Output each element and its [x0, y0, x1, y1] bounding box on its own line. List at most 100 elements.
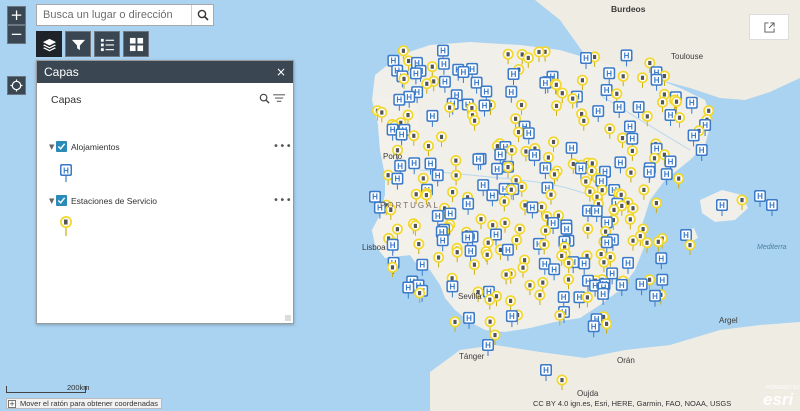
svg-text:H: H [480, 181, 486, 190]
svg-text:H: H [594, 207, 600, 216]
svg-text:H: H [616, 103, 622, 112]
svg-text:H: H [511, 70, 517, 79]
svg-text:H: H [583, 54, 589, 63]
basemap-tool-button[interactable] [123, 31, 149, 57]
search-button[interactable] [191, 5, 213, 25]
svg-text:H: H [399, 131, 405, 140]
search-box [36, 4, 214, 26]
svg-text:H: H [577, 293, 583, 302]
basemap-gallery-icon [129, 37, 143, 51]
zoom-out-button[interactable]: − [7, 25, 26, 44]
layer-label: Alojamientos [71, 141, 120, 152]
svg-text:H: H [413, 69, 419, 78]
layers-tool-button[interactable] [36, 31, 62, 57]
search-icon[interactable] [259, 93, 270, 104]
panel-header: Capas × [37, 61, 293, 83]
svg-text:H: H [604, 218, 610, 227]
svg-text:H: H [447, 210, 453, 219]
svg-text:H: H [551, 265, 557, 274]
expand-caret-icon[interactable]: ▼ [49, 197, 56, 205]
svg-text:H: H [654, 145, 660, 154]
filter-icon [71, 39, 85, 50]
svg-text:H: H [372, 193, 378, 202]
label-oujda: Oujda [577, 389, 599, 398]
svg-text:H: H [466, 314, 472, 323]
search-icon [197, 9, 209, 21]
svg-text:H: H [494, 165, 500, 174]
svg-text:H: H [390, 126, 396, 135]
svg-text:H: H [476, 155, 482, 164]
svg-text:H: H [526, 129, 532, 138]
coordinates-text: Mover el ratón para obtener coordenadas [20, 399, 159, 408]
panel-close-button[interactable]: × [276, 66, 286, 78]
locate-button[interactable] [7, 76, 26, 95]
svg-text:H: H [405, 284, 411, 293]
layer-item-alojamientos: ▼ Alojamientos [49, 141, 120, 152]
svg-text:H: H [395, 175, 401, 184]
svg-text:H: H [652, 292, 658, 301]
coordinates-toggle-button[interactable]: + [8, 399, 16, 408]
svg-text:H: H [430, 112, 436, 121]
svg-text:H: H [435, 171, 441, 180]
svg-text:H: H [618, 158, 624, 167]
label-oran: Orán [617, 356, 635, 365]
svg-text:H: H [396, 96, 402, 105]
svg-text:H: H [585, 207, 591, 216]
svg-text:H: H [461, 68, 467, 77]
external-link-icon [763, 21, 775, 33]
scale-bar-label: 200km [67, 383, 90, 392]
svg-text:H: H [497, 151, 503, 160]
svg-text:H: H [509, 312, 515, 321]
locate-icon [10, 79, 23, 92]
svg-text:H: H [609, 269, 615, 278]
svg-text:H: H [63, 166, 69, 175]
check-icon [57, 143, 66, 150]
filter-list-icon[interactable] [273, 93, 286, 104]
hotel-pin-icon: H [60, 164, 72, 182]
expand-caret-icon[interactable]: ▼ [49, 143, 56, 151]
svg-text:H: H [578, 164, 584, 173]
svg-text:H: H [542, 260, 548, 269]
layers-icon [42, 38, 56, 51]
svg-text:H: H [469, 65, 475, 74]
svg-text:H: H [465, 200, 471, 209]
layer-options-button[interactable]: ••• [273, 141, 292, 152]
svg-text:H: H [629, 135, 635, 144]
svg-text:H: H [595, 107, 601, 116]
svg-text:H: H [397, 162, 403, 171]
svg-text:H: H [600, 290, 606, 299]
svg-text:H: H [543, 366, 549, 375]
label-toulouse: Toulouse [671, 52, 704, 61]
svg-text:H: H [668, 158, 674, 167]
svg-text:H: H [450, 282, 456, 291]
svg-text:H: H [581, 259, 587, 268]
svg-text:H: H [564, 225, 570, 234]
label-argel: Argel [719, 316, 738, 325]
svg-text:H: H [599, 177, 605, 186]
layer-visibility-checkbox[interactable] [56, 195, 67, 206]
panel-resize-handle[interactable] [285, 315, 291, 321]
layer-item-estaciones: ▼ Estaciones de Servicio [49, 195, 157, 206]
svg-text:H: H [442, 78, 448, 87]
svg-text:H: H [474, 79, 480, 88]
svg-text:H: H [390, 241, 396, 250]
svg-text:H: H [428, 160, 434, 169]
layer-options-button[interactable]: ••• [273, 195, 292, 206]
svg-text:H: H [627, 123, 633, 132]
legend-tool-button[interactable] [94, 31, 120, 57]
layer-visibility-checkbox[interactable] [56, 141, 67, 152]
open-external-button[interactable] [749, 14, 789, 40]
label-porto: Porto [383, 152, 403, 161]
svg-text:H: H [440, 236, 446, 245]
svg-text:H: H [391, 57, 397, 66]
filter-tool-button[interactable] [65, 31, 91, 57]
svg-text:H: H [591, 322, 597, 331]
svg-text:H: H [606, 69, 612, 78]
svg-text:H: H [505, 246, 511, 255]
svg-text:H: H [691, 131, 697, 140]
svg-text:H: H [485, 341, 491, 350]
zoom-in-button[interactable]: + [7, 6, 26, 25]
svg-text:H: H [664, 170, 670, 179]
fuel-pin-icon [60, 216, 72, 236]
search-input[interactable] [37, 5, 191, 25]
